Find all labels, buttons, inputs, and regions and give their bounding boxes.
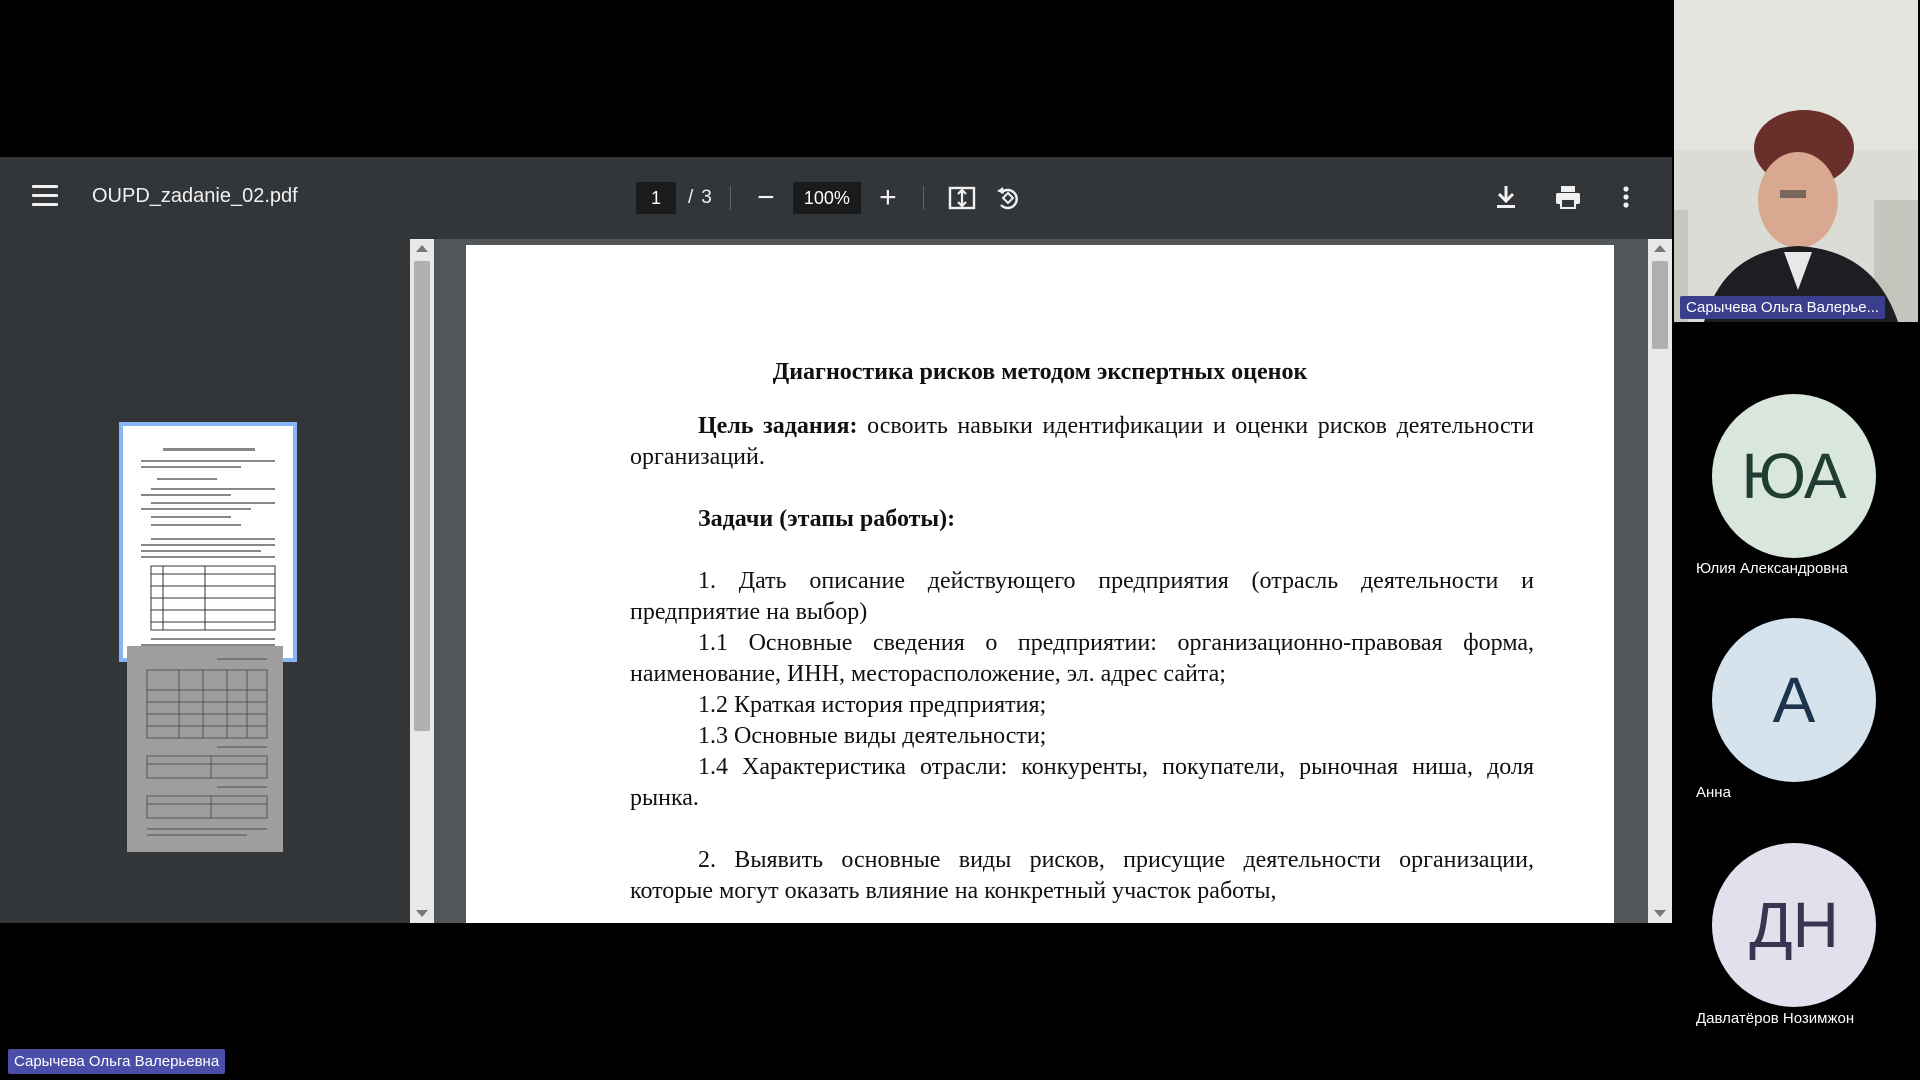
- participant-avatar: ДН: [1712, 843, 1876, 1007]
- toolbar-divider: [729, 186, 731, 210]
- participant-avatar: А: [1712, 618, 1876, 782]
- participant-name: Юлия Александровна: [1696, 560, 1848, 577]
- task-item: 1.2 Краткая история предприятия;: [698, 692, 1047, 718]
- task-item: 1.3 Основные виды деятельности;: [698, 723, 1047, 749]
- file-name: OUPD_zadanie_02.pdf: [92, 185, 298, 207]
- tasks-heading: Задачи (этапы работы):: [698, 506, 956, 532]
- zoom-in-button[interactable]: +: [871, 181, 905, 215]
- zoom-input[interactable]: [792, 182, 861, 214]
- zoom-out-button[interactable]: −: [749, 181, 783, 215]
- pdf-viewer: OUPD_zadanie_02.pdf / 3 − +: [0, 157, 1672, 923]
- scroll-up-icon[interactable]: [1654, 245, 1666, 252]
- document-scrollbar[interactable]: [1648, 239, 1672, 923]
- thumbnail-content: [141, 448, 276, 652]
- pdf-page: Диагностика рисков методом экспертных оц…: [466, 245, 1614, 923]
- task-item: 1.4 Характеристика отрасли: конкуренты, …: [630, 754, 1534, 811]
- more-options-icon[interactable]: [1606, 177, 1646, 217]
- thumbnail-content: [146, 658, 268, 836]
- task-item: 2. Выявить основные виды рисков, присущи…: [630, 847, 1534, 904]
- document-body: Цель задания: освоить навыки идентификац…: [630, 411, 1534, 907]
- shared-screen: OUPD_zadanie_02.pdf / 3 − +: [0, 0, 1672, 1080]
- rotate-icon[interactable]: [988, 178, 1028, 218]
- total-pages: 3: [701, 187, 712, 208]
- document-title: Диагностика рисков методом экспертных оц…: [772, 359, 1308, 385]
- goal-paragraph: Цель задания: освоить навыки идентификац…: [630, 411, 1534, 473]
- page-number-input[interactable]: [636, 182, 676, 214]
- scroll-down-icon[interactable]: [1654, 910, 1666, 917]
- toolbar-divider: [922, 186, 924, 210]
- toolbar-actions: [1486, 177, 1646, 217]
- scrollbar-thumb[interactable]: [1652, 261, 1668, 349]
- participants-panel: Сарычева Ольга Валерье... ЮА Юлия Алекса…: [1672, 0, 1920, 1080]
- fit-page-icon[interactable]: [942, 178, 982, 218]
- goal-label: Цель задания:: [698, 413, 858, 439]
- page-zoom-controls: / 3 − +: [636, 179, 1028, 217]
- page-thumbnail-2[interactable]: [127, 646, 283, 852]
- scroll-up-icon[interactable]: [416, 245, 428, 252]
- task-item: 1.1 Основные сведения о предприятии: орг…: [630, 630, 1534, 687]
- print-icon[interactable]: [1548, 177, 1588, 217]
- page-thumbnail-1[interactable]: [119, 422, 297, 662]
- participant-name: Анна: [1696, 784, 1731, 801]
- document-area: Диагностика рисков методом экспертных оц…: [434, 239, 1648, 923]
- page-separator: /: [688, 187, 694, 208]
- scroll-down-icon[interactable]: [416, 910, 428, 917]
- scrollbar-thumb[interactable]: [414, 261, 430, 731]
- thumbnail-sidebar: 1 2: [0, 239, 410, 923]
- pdf-toolbar: OUPD_zadanie_02.pdf / 3 − +: [0, 157, 1672, 239]
- participant-avatar: ЮА: [1712, 394, 1876, 558]
- presenter-video: [1674, 0, 1918, 322]
- presenter-video-tile[interactable]: Сарычева Ольга Валерье...: [1674, 0, 1918, 322]
- participant-name: Давлатёров Нозимжон: [1696, 1010, 1855, 1027]
- download-icon[interactable]: [1486, 177, 1526, 217]
- menu-icon[interactable]: [32, 185, 58, 209]
- participant-name-tag: Сарычева Ольга Валерье...: [1680, 296, 1886, 319]
- task-item: 1. Дать описание действующего предприяти…: [630, 568, 1534, 625]
- sidebar-scrollbar[interactable]: [410, 239, 434, 923]
- presenter-name-tag: Сарычева Ольга Валерьевна: [8, 1049, 226, 1074]
